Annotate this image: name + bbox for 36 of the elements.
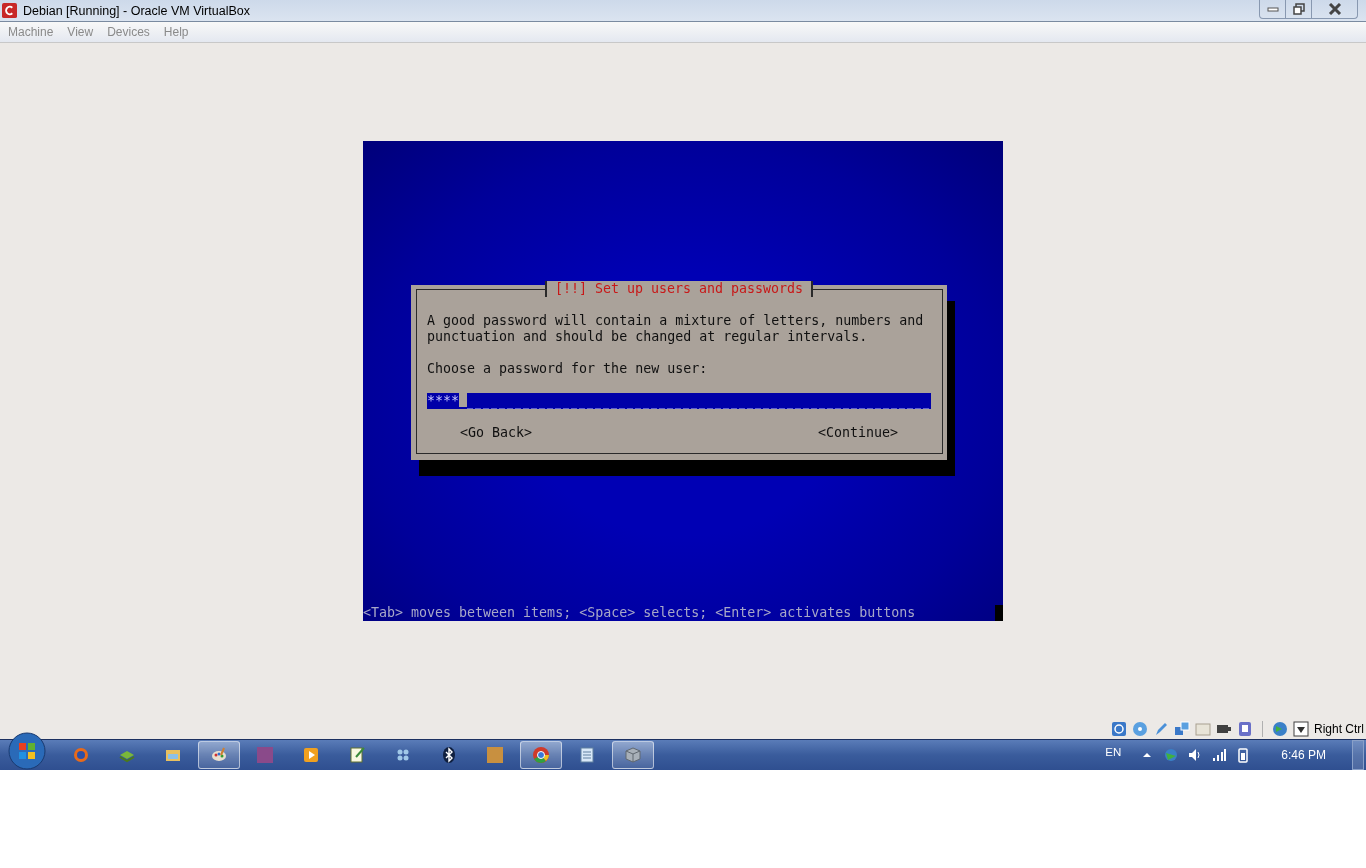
dialog-button[interactable]: <Continue> bbox=[817, 425, 898, 441]
picture-icon bbox=[256, 746, 274, 764]
menu-item[interactable]: View bbox=[67, 25, 101, 39]
app-icon bbox=[2, 3, 17, 18]
notepad-icon bbox=[348, 746, 366, 764]
cursor-block bbox=[995, 605, 1003, 621]
start-button[interactable] bbox=[8, 732, 46, 770]
dialog-button[interactable]: <Go Back> bbox=[460, 425, 533, 441]
menu-item[interactable]: Help bbox=[163, 25, 196, 39]
window-title: Debian [Running] - Oracle VM VirtualBox bbox=[23, 3, 251, 18]
notepad-icon bbox=[578, 746, 596, 764]
menu-item[interactable]: Devices bbox=[107, 25, 157, 39]
dialog-text: A good password will contain a mixture of letters, numbers and punctuation and should be changed at regular intervals. bbox=[427, 313, 925, 345]
wheel-icon bbox=[532, 746, 550, 764]
close-icon bbox=[1327, 3, 1342, 15]
minimize-icon bbox=[1266, 6, 1279, 12]
cd-icon[interactable] bbox=[1132, 721, 1148, 737]
menu-item[interactable]: Machine bbox=[8, 25, 61, 39]
signal-icon[interactable] bbox=[1211, 747, 1228, 763]
help-text: <Tab> moves between items; <Space> selects; <Enter> activates buttons bbox=[363, 605, 917, 621]
picture-icon bbox=[486, 746, 504, 764]
pencil-icon[interactable] bbox=[1153, 721, 1169, 737]
network-icon[interactable] bbox=[1174, 721, 1190, 737]
host-key-label: Right Ctrl bbox=[1314, 722, 1364, 736]
chip-icon[interactable] bbox=[1237, 721, 1253, 737]
play-icon bbox=[302, 746, 320, 764]
disk-icon[interactable] bbox=[1111, 721, 1127, 737]
language-indicator[interactable]: EN bbox=[1105, 746, 1122, 758]
restore-icon bbox=[1292, 3, 1305, 15]
password-field[interactable]: **** bbox=[427, 393, 931, 409]
cube-icon bbox=[624, 746, 642, 764]
palette-icon bbox=[210, 746, 228, 764]
clock[interactable]: 6:46 PM bbox=[1281, 748, 1326, 762]
dialog-title: [!!] Set up users and passwords bbox=[544, 281, 814, 297]
bluetooth-icon bbox=[440, 746, 458, 764]
password-prompt: Choose a password for the new user: bbox=[427, 361, 709, 377]
